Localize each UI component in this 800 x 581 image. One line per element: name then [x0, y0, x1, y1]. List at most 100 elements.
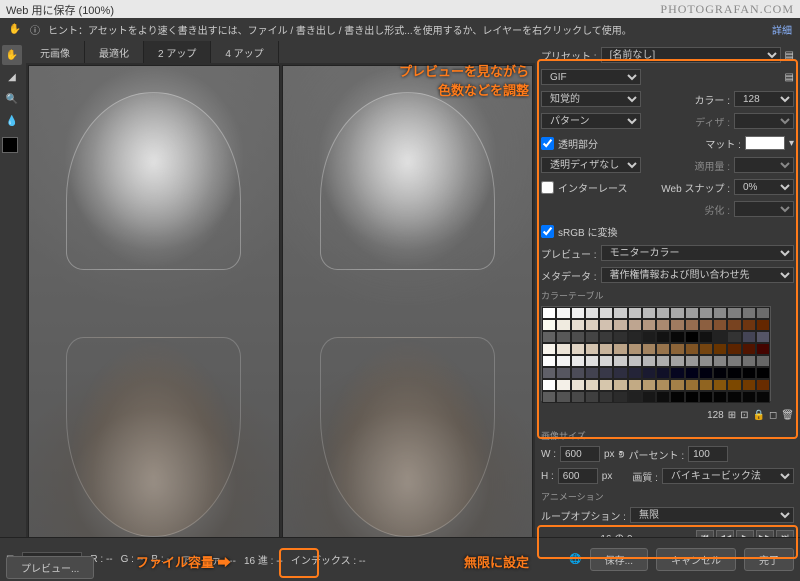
color-swatch-cell[interactable] — [542, 355, 556, 367]
color-swatch-cell[interactable] — [670, 355, 684, 367]
color-swatch-cell[interactable] — [685, 331, 699, 343]
color-swatch-cell[interactable] — [628, 343, 642, 355]
quality-select[interactable]: バイキュービック法 — [662, 468, 794, 484]
color-swatch-cell[interactable] — [727, 319, 741, 331]
color-swatch-cell[interactable] — [585, 367, 599, 379]
preview-optimized[interactable]: GIF 199K 37 秒 @ 56.6 Kbps 100% ディザ 知覚的 パ… — [282, 65, 534, 579]
color-swatch-cell[interactable] — [628, 355, 642, 367]
browser-icon[interactable]: 🌐 — [569, 554, 581, 565]
color-swatch-cell[interactable] — [656, 379, 670, 391]
slice-tool[interactable]: ◢ — [2, 67, 22, 87]
color-swatch-cell[interactable] — [685, 367, 699, 379]
color-swatch-cell[interactable] — [713, 379, 727, 391]
colors-select[interactable]: 128 — [734, 91, 794, 107]
color-swatch-cell[interactable] — [613, 367, 627, 379]
color-swatch-cell[interactable] — [542, 343, 556, 355]
preset-select[interactable]: [名前なし] — [601, 47, 781, 63]
color-swatch-cell[interactable] — [613, 307, 627, 319]
color-swatch-cell[interactable] — [642, 355, 656, 367]
color-swatch-cell[interactable] — [571, 355, 585, 367]
color-swatch-cell[interactable] — [585, 319, 599, 331]
color-swatch-cell[interactable] — [670, 343, 684, 355]
eyedropper-tool[interactable]: 💧 — [2, 111, 22, 131]
color-swatch-cell[interactable] — [585, 343, 599, 355]
color-swatch-cell[interactable] — [727, 379, 741, 391]
hand-tool[interactable]: ✋ — [2, 45, 22, 65]
interlace-check[interactable] — [541, 181, 554, 194]
color-swatch-cell[interactable] — [656, 355, 670, 367]
color-swatch-cell[interactable] — [642, 367, 656, 379]
loop-select[interactable]: 無限 — [630, 507, 794, 523]
save-button[interactable]: 保存... — [590, 548, 648, 571]
color-swatch-cell[interactable] — [656, 343, 670, 355]
color-swatch-cell[interactable] — [699, 391, 713, 403]
matte-swatch[interactable] — [745, 136, 785, 150]
color-swatch-cell[interactable] — [756, 367, 770, 379]
color-swatch-cell[interactable] — [642, 319, 656, 331]
color-swatch-cell[interactable] — [656, 331, 670, 343]
color-swatch-cell[interactable] — [628, 367, 642, 379]
color-swatch-cell[interactable] — [585, 331, 599, 343]
preview-mode-select[interactable]: モニターカラー — [601, 245, 794, 261]
color-swatch-cell[interactable] — [628, 307, 642, 319]
color-swatch-cell[interactable] — [699, 343, 713, 355]
dither-select[interactable]: パターン — [541, 113, 641, 129]
color-swatch-cell[interactable] — [670, 367, 684, 379]
color-swatch-cell[interactable] — [713, 331, 727, 343]
format-menu-icon[interactable]: ▤ — [785, 72, 794, 83]
color-swatch-cell[interactable] — [571, 343, 585, 355]
color-swatch-cell[interactable] — [685, 343, 699, 355]
color-swatch-cell[interactable] — [656, 391, 670, 403]
color-swatch-cell[interactable] — [585, 355, 599, 367]
websnap-select[interactable]: 0% — [734, 179, 794, 195]
color-swatch-cell[interactable] — [727, 343, 741, 355]
trash-icon[interactable]: 🗑 — [781, 410, 794, 421]
color-swatch-cell[interactable] — [670, 331, 684, 343]
color-swatch-cell[interactable] — [742, 367, 756, 379]
link-icon[interactable]: ⟄ — [619, 449, 625, 460]
color-swatch-cell[interactable] — [756, 307, 770, 319]
color-swatch-cell[interactable] — [642, 379, 656, 391]
color-swatch[interactable] — [2, 137, 18, 153]
color-swatch-cell[interactable] — [556, 355, 570, 367]
done-button[interactable]: 完了 — [744, 548, 794, 571]
color-swatch-cell[interactable] — [599, 355, 613, 367]
color-table[interactable] — [541, 306, 771, 401]
color-swatch-cell[interactable] — [670, 307, 684, 319]
color-swatch-cell[interactable] — [727, 391, 741, 403]
format-select[interactable]: GIF — [541, 69, 641, 85]
color-swatch-cell[interactable] — [699, 367, 713, 379]
color-swatch-cell[interactable] — [599, 343, 613, 355]
color-swatch-cell[interactable] — [556, 367, 570, 379]
color-swatch-cell[interactable] — [599, 307, 613, 319]
color-swatch-cell[interactable] — [556, 307, 570, 319]
color-swatch-cell[interactable] — [613, 379, 627, 391]
color-swatch-cell[interactable] — [585, 391, 599, 403]
color-swatch-cell[interactable] — [599, 379, 613, 391]
color-swatch-cell[interactable] — [656, 367, 670, 379]
color-swatch-cell[interactable] — [642, 343, 656, 355]
color-swatch-cell[interactable] — [556, 379, 570, 391]
color-swatch-cell[interactable] — [756, 355, 770, 367]
ct-icon1[interactable]: ⊞ — [728, 410, 736, 421]
tab-optimized[interactable]: 最適化 — [85, 41, 144, 63]
color-swatch-cell[interactable] — [756, 379, 770, 391]
color-swatch-cell[interactable] — [571, 319, 585, 331]
color-swatch-cell[interactable] — [685, 379, 699, 391]
color-swatch-cell[interactable] — [556, 391, 570, 403]
color-swatch-cell[interactable] — [713, 307, 727, 319]
percent-input[interactable] — [688, 446, 728, 462]
color-swatch-cell[interactable] — [713, 343, 727, 355]
srgb-check[interactable] — [541, 225, 554, 238]
color-swatch-cell[interactable] — [628, 319, 642, 331]
color-swatch-cell[interactable] — [685, 307, 699, 319]
tab-original[interactable]: 元画像 — [26, 41, 85, 63]
color-swatch-cell[interactable] — [656, 307, 670, 319]
color-swatch-cell[interactable] — [699, 319, 713, 331]
color-swatch-cell[interactable] — [542, 331, 556, 343]
color-swatch-cell[interactable] — [685, 319, 699, 331]
color-swatch-cell[interactable] — [699, 355, 713, 367]
new-icon[interactable]: ◻ — [769, 410, 777, 421]
color-swatch-cell[interactable] — [756, 343, 770, 355]
color-swatch-cell[interactable] — [556, 331, 570, 343]
